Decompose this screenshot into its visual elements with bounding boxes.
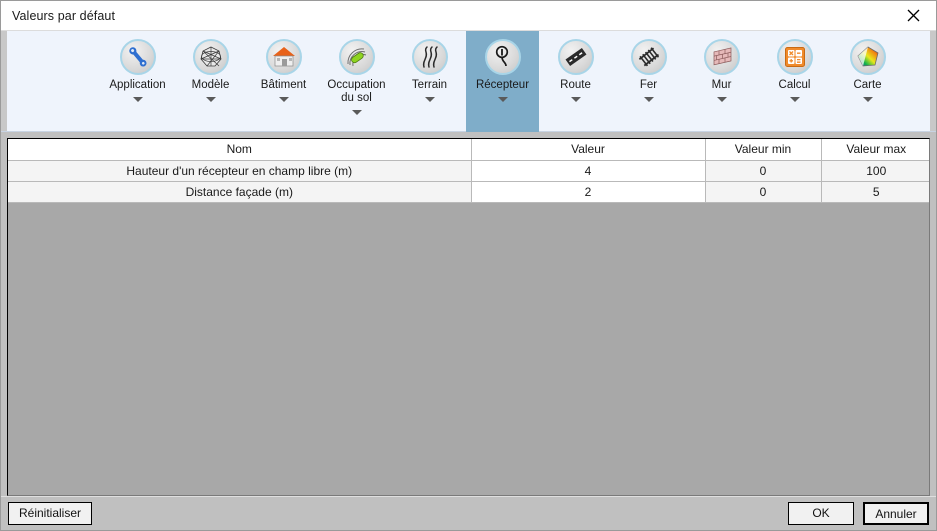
chevron-down-icon[interactable] (716, 97, 727, 102)
grid-empty-space (8, 202, 929, 495)
cell-valeur-min: 0 (705, 160, 822, 182)
ribbon-tab-label: Calcul (778, 79, 811, 91)
defaults-table: Nom Valeur Valeur min Valeur max Hauteur… (8, 139, 929, 203)
calculator-icon (776, 39, 813, 75)
ribbon-tab-route[interactable]: Route (539, 31, 612, 132)
ribbon-tab-carte[interactable]: Carte (831, 31, 904, 132)
cell-valeur[interactable]: 2 (471, 181, 706, 203)
chevron-down-icon[interactable] (351, 110, 362, 115)
chevron-down-icon[interactable] (424, 97, 435, 102)
chevron-down-icon[interactable] (570, 97, 581, 102)
ribbon-tab-label: Récepteur (475, 79, 530, 91)
wrench-icon (119, 39, 156, 75)
ribbon-tab-terrain[interactable]: Terrain (393, 31, 466, 132)
cell-valeur[interactable]: 4 (471, 160, 706, 182)
colormap-icon (849, 39, 886, 75)
window-title: Valeurs par défaut (12, 8, 116, 23)
ribbon-tab-label: Occupation du sol (327, 79, 386, 104)
chevron-down-icon[interactable] (497, 97, 508, 102)
reset-button[interactable]: Réinitialiser (8, 502, 93, 525)
ribbon-tab-label: Carte (853, 79, 882, 91)
cell-valeur-max: 100 (821, 160, 929, 182)
ribbon-tab-label: Application (109, 79, 166, 91)
cell-valeur-max: 5 (821, 181, 929, 203)
ribbon-tab-r-cepteur[interactable]: Récepteur (466, 31, 539, 132)
close-icon (907, 9, 920, 22)
chevron-down-icon[interactable] (862, 97, 873, 102)
ribbon-tab-label: Fer (639, 79, 658, 91)
ok-button[interactable]: OK (788, 502, 854, 525)
chevron-down-icon[interactable] (789, 97, 800, 102)
terrain-icon (411, 39, 448, 75)
column-header-valeur[interactable]: Valeur (471, 139, 706, 161)
chevron-down-icon[interactable] (132, 97, 143, 102)
wall-icon (703, 39, 740, 75)
cell-valeur-min: 0 (705, 181, 822, 203)
ribbon-tab-occupation-du-sol[interactable]: Occupation du sol (320, 31, 393, 132)
ribbon-tab-label: Mur (711, 79, 732, 91)
receiver-icon (484, 39, 521, 75)
cancel-button[interactable]: Annuler (863, 502, 929, 525)
mesh-globe-icon (192, 39, 229, 75)
landuse-icon (338, 39, 375, 75)
table-header-row: Nom Valeur Valeur min Valeur max (8, 139, 929, 161)
title-bar: Valeurs par défaut (1, 1, 936, 31)
ribbon-tab-label: Bâtiment (260, 79, 307, 91)
ribbon-tab-mur[interactable]: Mur (685, 31, 758, 132)
ribbon-tab-fer[interactable]: Fer (612, 31, 685, 132)
close-button[interactable] (890, 1, 936, 30)
dialog-footer: Réinitialiser OK Annuler (1, 496, 936, 530)
content-area: Nom Valeur Valeur min Valeur max Hauteur… (1, 132, 936, 496)
ribbon-tab-label: Route (560, 79, 591, 91)
railway-icon (630, 39, 667, 75)
cell-nom: Hauteur d'un récepteur en champ libre (m… (8, 160, 472, 182)
table-row[interactable]: Distance façade (m) 2 0 5 (8, 181, 929, 203)
column-header-nom[interactable]: Nom (8, 139, 472, 161)
ribbon-tab-application[interactable]: Application (101, 31, 174, 132)
chevron-down-icon[interactable] (643, 97, 654, 102)
road-icon (557, 39, 594, 75)
table-row[interactable]: Hauteur d'un récepteur en champ libre (m… (8, 160, 929, 182)
properties-grid: Nom Valeur Valeur min Valeur max Hauteur… (7, 138, 930, 496)
chevron-down-icon[interactable] (278, 97, 289, 102)
column-header-valeur-max[interactable]: Valeur max (821, 139, 929, 161)
ribbon-toolbar: Application Modèle Bâtiment Occupation du s… (1, 31, 936, 132)
cell-nom: Distance façade (m) (8, 181, 472, 203)
ribbon-tab-label: Terrain (411, 79, 448, 91)
ribbon-tab-mod-le[interactable]: Modèle (174, 31, 247, 132)
building-icon (265, 39, 302, 75)
column-header-valeur-min[interactable]: Valeur min (705, 139, 822, 161)
chevron-down-icon[interactable] (205, 97, 216, 102)
ribbon-tab-label: Modèle (191, 79, 230, 91)
ribbon-tab-calcul[interactable]: Calcul (758, 31, 831, 132)
ribbon-tab-b-timent[interactable]: Bâtiment (247, 31, 320, 132)
